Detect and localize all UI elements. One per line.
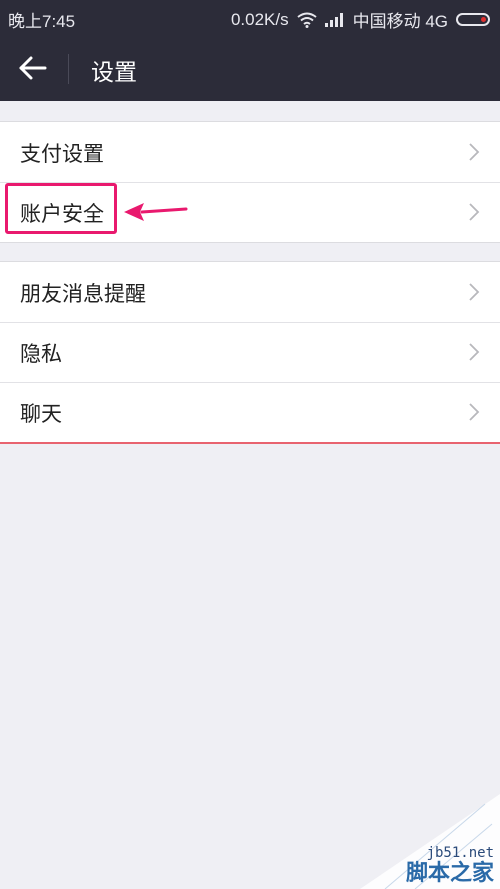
battery-icon xyxy=(456,13,490,26)
status-bar: 晚上7:45 0.02K/s 中国移动 4G xyxy=(0,0,500,35)
watermark-name: 脚本之家 xyxy=(405,861,494,886)
annotation-highlight-box xyxy=(5,183,117,234)
chevron-right-icon xyxy=(469,343,480,361)
carrier-label: 中国移动 4G xyxy=(352,12,448,31)
settings-group-general: 朋友消息提醒 隐私 聊天 xyxy=(0,261,500,444)
settings-item-privacy[interactable]: 隐私 xyxy=(0,322,500,382)
wifi-icon xyxy=(296,12,317,28)
header-bar: 设置 xyxy=(0,35,500,101)
page-title: 设置 xyxy=(91,60,137,86)
settings-item-chat[interactable]: 聊天 xyxy=(0,382,500,442)
annotation-arrow-icon xyxy=(124,203,188,221)
settings-item-label: 聊天 xyxy=(20,402,62,426)
settings-item-label: 支付设置 xyxy=(20,142,104,166)
settings-item-label: 朋友消息提醒 xyxy=(20,282,146,306)
signal-icon xyxy=(324,12,343,27)
settings-item-payment[interactable]: 支付设置 xyxy=(0,122,500,182)
chevron-right-icon xyxy=(469,403,480,421)
chevron-right-icon xyxy=(469,203,480,221)
chevron-right-icon xyxy=(469,283,480,301)
arrow-left-icon[interactable] xyxy=(12,50,56,86)
header-divider xyxy=(68,54,69,84)
network-speed: 0.02K/s xyxy=(230,9,289,29)
status-time: 晚上7:45 xyxy=(8,12,76,31)
settings-item-friend-notifications[interactable]: 朋友消息提醒 xyxy=(0,262,500,322)
chevron-right-icon xyxy=(469,143,480,161)
settings-screen: 晚上7:45 0.02K/s 中国移动 4G 设置 支付设置 账户安全 朋友消息… xyxy=(0,0,500,889)
status-right: 0.02K/s 中国移动 4G xyxy=(231,7,490,32)
settings-item-label: 隐私 xyxy=(20,342,62,366)
